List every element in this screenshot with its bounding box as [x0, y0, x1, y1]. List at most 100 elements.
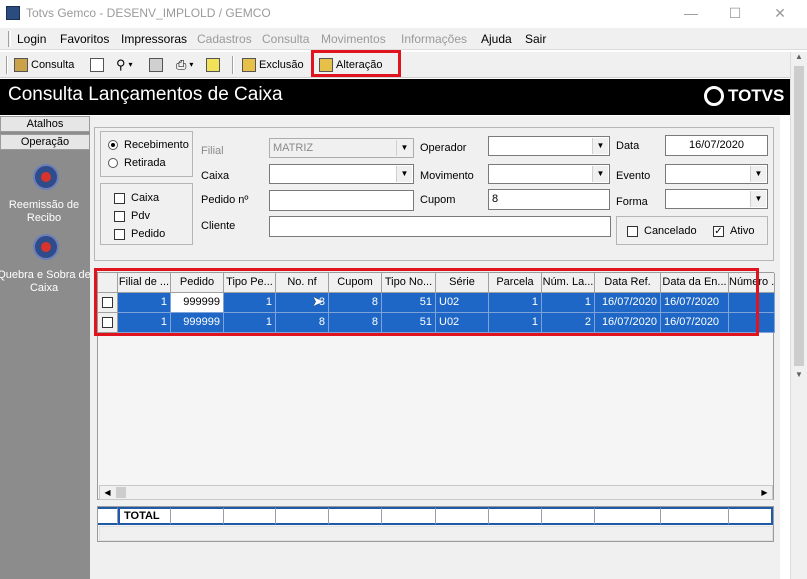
radio-recebimento[interactable] [108, 140, 118, 150]
export-button[interactable] [149, 55, 163, 75]
minimize-button[interactable]: — [676, 2, 706, 24]
reemissao-refresh-icon[interactable] [33, 164, 59, 190]
checkbox-pdv[interactable] [114, 211, 125, 222]
total-cell [329, 507, 382, 525]
total-cell [382, 507, 436, 525]
chevron-down-icon: ▼ [592, 166, 608, 182]
scroll-up-icon[interactable]: ▲ [793, 52, 805, 64]
totals-scrollbar[interactable] [99, 526, 773, 541]
checkbox-pedido[interactable] [114, 229, 125, 240]
quebra-refresh-icon[interactable] [33, 234, 59, 260]
new-document-button[interactable] [90, 55, 104, 75]
title-bar: Totvs Gemco - DESENV_IMPLOLD / GEMCO — ☐… [0, 0, 807, 26]
checkbox-pedido-label: Pedido [131, 228, 166, 240]
operador-select[interactable]: ▼ [488, 136, 610, 156]
total-label: TOTAL [118, 507, 171, 525]
pedido-input[interactable] [269, 190, 414, 211]
radio-recebimento-label: Recebimento [124, 139, 189, 151]
brand-logo: TOTVS [704, 86, 784, 106]
menu-cadastros[interactable]: Cadastros [197, 32, 252, 46]
totals-grid: TOTAL [97, 506, 774, 542]
chevron-down-icon: ▼ [396, 166, 412, 182]
evento-select[interactable]: ▼ [665, 164, 768, 184]
menu-impressoras[interactable]: Impressoras [121, 32, 187, 46]
tab-operacao[interactable]: Operação [0, 134, 90, 150]
grid-horizontal-scrollbar[interactable]: ◀ ▶ [99, 485, 773, 500]
menu-sair[interactable]: Sair [525, 32, 546, 46]
forma-label: Forma [616, 196, 648, 208]
checkbox-cancelado-label: Cancelado [644, 225, 697, 237]
binoculars-icon: ⚲ [116, 57, 126, 72]
chevron-down-icon: ▼ [396, 140, 412, 156]
menu-ajuda[interactable]: Ajuda [481, 32, 512, 46]
filial-value: MATRIZ [273, 142, 314, 154]
total-cell [729, 507, 773, 525]
total-cell [98, 507, 118, 525]
total-cell [595, 507, 661, 525]
close-button[interactable]: ✕ [765, 2, 795, 24]
sidebar: Atalhos Operação Reemissão de Recibo Que… [0, 116, 92, 579]
scroll-thumb[interactable] [794, 66, 804, 366]
chevron-down-icon: ▼ [750, 191, 766, 207]
pedido-label: Pedido nº [201, 194, 249, 206]
alteracao-highlight [311, 50, 401, 77]
forma-select[interactable]: ▼ [665, 189, 768, 209]
consulta-icon [14, 58, 28, 72]
caixa-label: Caixa [201, 170, 230, 182]
exclusao-button[interactable]: Exclusão [242, 55, 304, 75]
data-input[interactable]: 16/07/2020 [665, 135, 768, 156]
print-button[interactable]: ⎙ ▾ [176, 55, 193, 75]
sidebar-item-reemissao[interactable]: Reemissão de Recibo [0, 199, 92, 225]
filial-select[interactable]: MATRIZ ▼ [269, 138, 414, 158]
page-header: Consulta Lançamentos de Caixa TOTVS [0, 79, 807, 115]
menu-grip [8, 31, 11, 47]
checkbox-cancelado[interactable] [627, 226, 638, 237]
menu-favoritos[interactable]: Favoritos [60, 32, 109, 46]
chevron-down-icon: ▼ [592, 138, 608, 154]
data-label: Data [616, 140, 640, 152]
scroll-left-icon[interactable]: ◀ [100, 486, 115, 499]
totvs-logo-icon [704, 86, 724, 106]
page-title: Consulta Lançamentos de Caixa [8, 84, 283, 105]
scroll-down-icon[interactable]: ▼ [793, 370, 805, 382]
toolbar-grip [6, 56, 8, 74]
movimento-select[interactable]: ▼ [488, 164, 610, 184]
menu-consulta[interactable]: Consulta [262, 32, 309, 46]
consulta-label: Consulta [31, 59, 75, 71]
evento-label: Evento [616, 170, 651, 182]
radio-retirada[interactable] [108, 158, 118, 168]
window-vertical-scrollbar[interactable]: ▲ ▼ [790, 52, 807, 579]
menu-informacoes[interactable]: Informações [401, 32, 467, 46]
brand-text: TOTVS [728, 86, 785, 105]
total-cell [171, 507, 224, 525]
operador-label: Operador [420, 142, 467, 154]
window-title: Totvs Gemco - DESENV_IMPLOLD / GEMCO [26, 6, 271, 20]
scroll-thumb[interactable] [116, 487, 126, 498]
caixa-select[interactable]: ▼ [269, 164, 414, 184]
consulta-button[interactable]: Consulta [14, 55, 74, 75]
movimento-label: Movimento [420, 170, 474, 182]
cliente-input[interactable] [269, 216, 611, 237]
maximize-button[interactable]: ☐ [720, 2, 750, 24]
export-icon [149, 58, 163, 72]
menu-login[interactable]: Login [17, 32, 46, 46]
radio-retirada-label: Retirada [124, 157, 166, 169]
toolbar-separator [232, 56, 234, 74]
tab-atalhos[interactable]: Atalhos [0, 116, 90, 132]
exclusao-label: Exclusão [259, 59, 304, 71]
find-button[interactable]: ⚲ ▾ [116, 55, 133, 75]
menu-movimentos[interactable]: Movimentos [321, 32, 386, 46]
filial-label: Filial [201, 145, 224, 157]
help-icon [206, 58, 220, 72]
total-cell [489, 507, 542, 525]
total-cell [224, 507, 276, 525]
checkbox-caixa[interactable] [114, 193, 125, 204]
sidebar-item-quebra-sobra[interactable]: Quebra e Sobra de Caixa [0, 269, 92, 295]
scroll-right-icon[interactable]: ▶ [757, 486, 772, 499]
checkbox-pdv-label: Pdv [131, 210, 150, 222]
checkbox-ativo[interactable]: ✓ [713, 226, 724, 237]
toolbar: Consulta ⚲ ▾ ⎙ ▾ Exclusão Alteração [0, 52, 807, 78]
cupom-input[interactable]: 8 [488, 189, 610, 210]
checkbox-ativo-label: Ativo [730, 225, 755, 237]
help-button[interactable] [206, 55, 220, 75]
